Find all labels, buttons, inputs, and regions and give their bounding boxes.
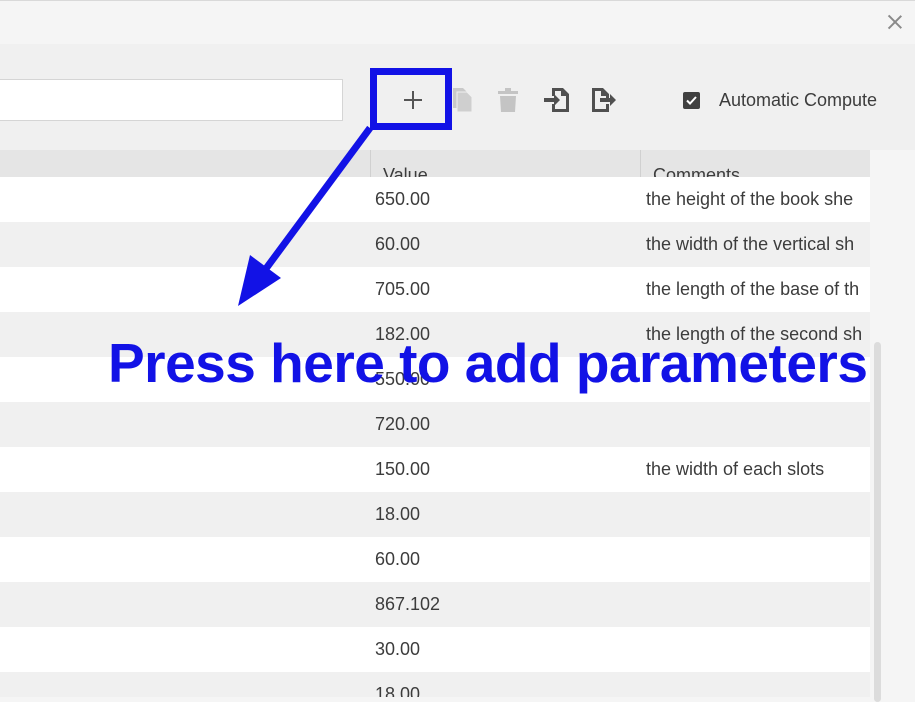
checkmark-icon <box>686 95 697 105</box>
comment-cell[interactable]: the width of each slots <box>646 447 870 492</box>
comment-cell[interactable] <box>646 537 870 582</box>
comment-cell[interactable]: the length of the second sh <box>646 312 870 357</box>
dialog-titlebar <box>0 0 915 44</box>
name-cell[interactable] <box>0 672 370 697</box>
value-cell[interactable]: 182.00 <box>375 312 635 357</box>
value-cell[interactable]: 60.00 <box>375 537 635 582</box>
toolbar: Automatic Compute <box>0 44 915 150</box>
value-cell[interactable]: 720.00 <box>375 402 635 447</box>
import-parameters-button[interactable] <box>541 84 573 116</box>
value-cell[interactable]: 150.00 <box>375 447 635 492</box>
comment-cell[interactable] <box>646 672 870 697</box>
name-cell[interactable] <box>0 402 370 447</box>
name-cell[interactable] <box>0 582 370 627</box>
copy-parameter-button[interactable] <box>446 84 478 116</box>
value-cell[interactable]: 18.00 <box>375 672 635 697</box>
value-cell[interactable]: 18.00 <box>375 492 635 537</box>
table-row[interactable]: 720.00 <box>0 402 870 447</box>
table-row[interactable]: 182.00 the length of the second sh <box>0 312 870 357</box>
name-cell[interactable] <box>0 267 370 312</box>
copy-icon <box>453 88 473 113</box>
name-cell[interactable] <box>0 492 370 537</box>
value-cell[interactable]: 867.102 <box>375 582 635 627</box>
comment-cell[interactable]: the width of the vertical sh <box>646 222 870 267</box>
value-cell[interactable]: 60.00 <box>375 222 635 267</box>
import-icon <box>544 88 569 112</box>
name-cell[interactable] <box>0 357 370 402</box>
comment-cell[interactable] <box>646 492 870 537</box>
table-row[interactable]: 18.00 <box>0 672 870 697</box>
value-cell[interactable]: 705.00 <box>375 267 635 312</box>
automatic-compute-toggle[interactable]: Automatic Compute <box>683 88 877 112</box>
close-icon[interactable] <box>885 12 905 32</box>
plus-icon <box>404 91 422 109</box>
trash-icon <box>498 88 518 112</box>
name-cell[interactable] <box>0 447 370 492</box>
table-row[interactable]: 18.00 <box>0 492 870 537</box>
name-cell[interactable] <box>0 222 370 267</box>
comment-cell[interactable]: the height of the book she <box>646 177 870 222</box>
comment-cell[interactable] <box>646 402 870 447</box>
table-row[interactable]: 705.00 the length of the base of th <box>0 267 870 312</box>
automatic-compute-checkbox[interactable] <box>683 91 700 109</box>
parameters-table: Value Comments 650.00 the height of the b… <box>0 150 870 697</box>
table-row[interactable]: 867.102 <box>0 582 870 627</box>
value-cell[interactable]: 650.00 <box>375 177 635 222</box>
name-cell[interactable] <box>0 312 370 357</box>
table-row[interactable]: 60.00 <box>0 537 870 582</box>
comment-cell[interactable] <box>646 582 870 627</box>
value-cell[interactable]: 550.00 <box>375 357 635 402</box>
scrollbar-thumb[interactable] <box>874 342 881 702</box>
table-row[interactable]: 650.00 the height of the book she <box>0 177 870 222</box>
export-parameters-button[interactable] <box>588 84 620 116</box>
automatic-compute-label: Automatic Compute <box>719 89 878 110</box>
table-row[interactable]: 550.00 <box>0 357 870 402</box>
comment-cell[interactable] <box>646 357 870 402</box>
add-parameter-button[interactable] <box>397 84 429 116</box>
comment-cell[interactable]: the length of the base of th <box>646 267 870 312</box>
comment-cell[interactable] <box>646 627 870 672</box>
search-input[interactable] <box>0 79 343 121</box>
value-cell[interactable]: 30.00 <box>375 627 635 672</box>
table-row[interactable]: 60.00 the width of the vertical sh <box>0 222 870 267</box>
name-cell[interactable] <box>0 537 370 582</box>
export-icon <box>592 88 616 112</box>
name-cell[interactable] <box>0 627 370 672</box>
name-cell[interactable] <box>0 177 370 222</box>
vertical-scrollbar[interactable] <box>870 150 885 702</box>
table-row[interactable]: 150.00 the width of each slots <box>0 447 870 492</box>
table-row[interactable]: 30.00 <box>0 627 870 672</box>
delete-parameter-button[interactable] <box>492 84 524 116</box>
